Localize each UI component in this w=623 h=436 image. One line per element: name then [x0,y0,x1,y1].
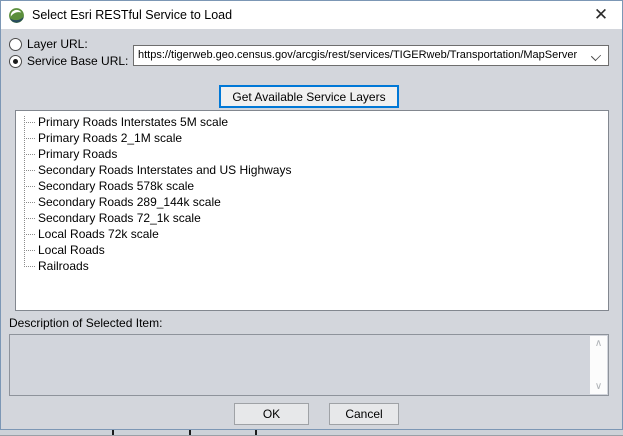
tree-item-label: Secondary Roads 289_144k scale [38,195,221,209]
description-textbox: ∧ ∨ [9,334,609,396]
tree-item-label: Local Roads [38,243,105,257]
tree-item-label: Primary Roads 2_1M scale [38,131,182,145]
tree-item[interactable]: Primary Roads 2_1M scale [16,130,608,146]
radio-circle-checked[interactable] [9,55,22,68]
tree-item-label: Secondary Roads 578k scale [38,179,194,193]
tree-branch-icon [24,266,35,267]
tree-item[interactable]: Primary Roads Interstates 5M scale [16,114,608,130]
cancel-button-label: Cancel [345,407,382,421]
tree-item[interactable]: Local Roads 72k scale [16,226,608,242]
tree-item[interactable]: Railroads [16,258,608,274]
tree-branch-icon [24,154,35,155]
background-grid-tick [255,430,257,435]
radio-circle-unchecked[interactable] [9,38,22,51]
tree-item[interactable]: Secondary Roads 289_144k scale [16,194,608,210]
tree-item[interactable]: Primary Roads [16,146,608,162]
tree-branch-icon [24,122,35,123]
scroll-down-icon[interactable]: ∨ [590,379,607,394]
tree-item[interactable]: Local Roads [16,242,608,258]
cancel-button[interactable]: Cancel [329,403,399,425]
ok-button[interactable]: OK [234,403,309,425]
tree-item[interactable]: Secondary Roads 578k scale [16,178,608,194]
tree-branch-icon [24,138,35,139]
service-url-value: https://tigerweb.geo.census.gov/arcgis/r… [138,49,577,61]
close-icon[interactable]: ✕ [580,1,622,29]
radio-layer-url[interactable]: Layer URL: [9,37,88,51]
chevron-down-icon[interactable] [591,51,601,61]
title-bar: Select Esri RESTful Service to Load ✕ [1,1,622,29]
tree-branch-icon [24,250,35,251]
background-grid-tick [189,430,191,435]
tree-item-label: Railroads [38,259,89,273]
tree-item-label: Primary Roads [38,147,117,161]
tree-item-label: Local Roads 72k scale [38,227,159,241]
service-url-combobox[interactable]: https://tigerweb.geo.census.gov/arcgis/r… [133,45,609,66]
radio-layer-url-label: Layer URL: [27,37,88,51]
scroll-up-icon[interactable]: ∧ [590,336,607,351]
tree-item[interactable]: Secondary Roads Interstates and US Highw… [16,162,608,178]
tree-branch-icon [24,218,35,219]
tree-item-label: Secondary Roads Interstates and US Highw… [38,163,291,177]
tree-item-label: Secondary Roads 72_1k scale [38,211,201,225]
background-grid-tick [112,430,114,435]
radio-service-base-url[interactable]: Service Base URL: [9,54,128,68]
tree-branch-icon [24,202,35,203]
window-title: Select Esri RESTful Service to Load [32,8,232,22]
esri-globe-icon [8,7,25,24]
description-scrollbar[interactable]: ∧ ∨ [590,336,607,394]
service-layer-tree[interactable]: Primary Roads Interstates 5M scale Prima… [15,110,609,311]
get-layers-button-label: Get Available Service Layers [232,90,385,104]
background-window-strip [0,430,623,436]
get-available-service-layers-button[interactable]: Get Available Service Layers [219,85,399,108]
tree-branch-icon [24,234,35,235]
description-label: Description of Selected Item: [9,316,162,330]
select-service-dialog: Select Esri RESTful Service to Load ✕ La… [0,0,623,430]
ok-button-label: OK [263,407,280,421]
tree-branch-icon [24,170,35,171]
radio-service-base-url-label: Service Base URL: [27,54,128,68]
tree-branch-icon [24,186,35,187]
tree-item-label: Primary Roads Interstates 5M scale [38,115,228,129]
tree-item[interactable]: Secondary Roads 72_1k scale [16,210,608,226]
